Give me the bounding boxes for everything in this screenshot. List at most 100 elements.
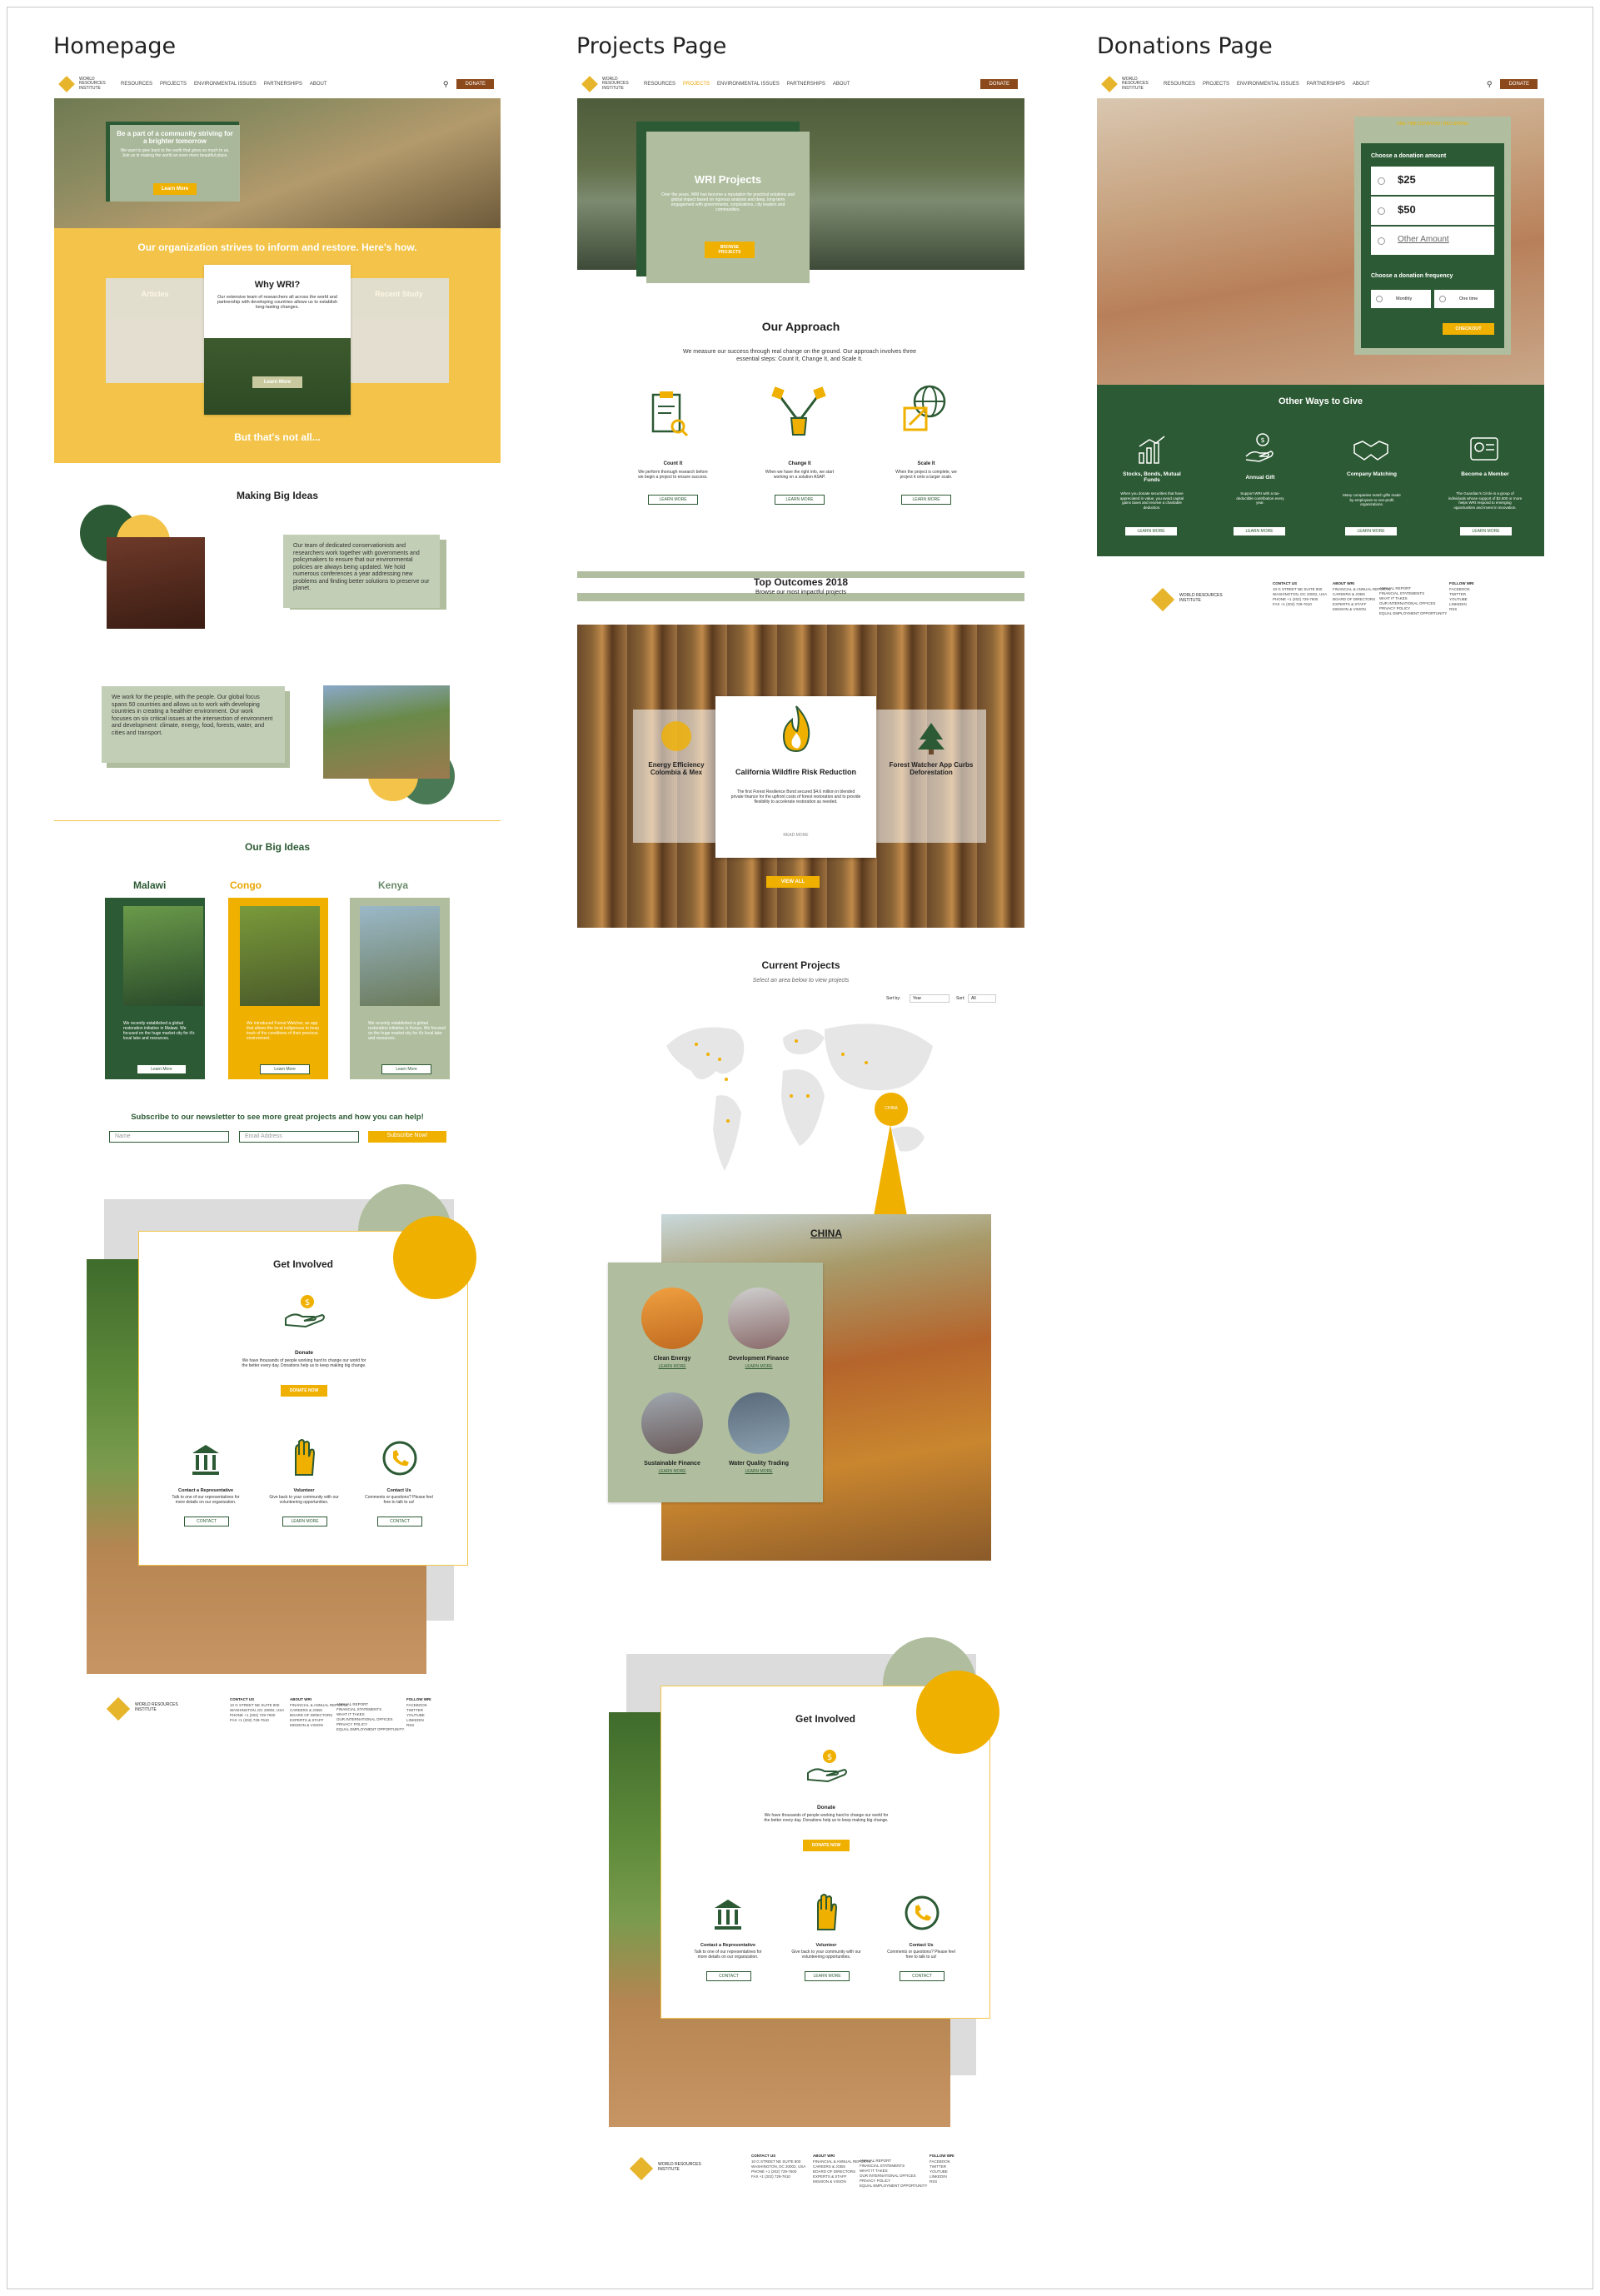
nav-about[interactable]: ABOUT (1353, 82, 1370, 87)
way-company-button[interactable]: LEARN MORE (1344, 526, 1398, 536)
malawi-learn-more[interactable]: Learn More (137, 1064, 187, 1074)
way-annual-button[interactable]: LEARN MORE (1233, 526, 1286, 536)
nav-environmental-issues[interactable]: ENVIRONMENTAL ISSUES (194, 82, 257, 87)
our-big-ideas-title: Our Big Ideas (244, 841, 311, 853)
volunteer-hand-icon (810, 1893, 843, 1933)
water-quality-photo[interactable] (728, 1392, 790, 1454)
nav-projects[interactable]: PROJECTS (1203, 82, 1229, 87)
nav-resources[interactable]: RESOURCES (644, 82, 675, 87)
nav-donate-button[interactable]: DONATE (980, 79, 1018, 89)
idea-kenya-card: We recently established a global restora… (350, 898, 450, 1079)
nav-about[interactable]: ABOUT (833, 82, 850, 87)
way-stocks-button[interactable]: LEARN MORE (1124, 526, 1178, 536)
read-more-link[interactable]: READ MORE (715, 833, 876, 838)
vol-learn-more-button-home[interactable]: LEARN MORE (282, 1517, 327, 1527)
nav-resources[interactable]: RESOURCES (1164, 82, 1195, 87)
nav-partnerships[interactable]: PARTNERSHIPS (264, 82, 302, 87)
congo-learn-more[interactable]: Learn More (260, 1064, 310, 1074)
nav-environmental-issues[interactable]: ENVIRONMENTAL ISSUES (1237, 82, 1299, 87)
way-member-button[interactable]: LEARN MORE (1459, 526, 1513, 536)
development-finance-link[interactable]: LEARN MORE (711, 1364, 806, 1369)
way-member-body: The Guardian's Circle is a group of indi… (1448, 491, 1523, 510)
nav-about[interactable]: ABOUT (310, 82, 327, 87)
sustainable-finance-photo[interactable] (641, 1392, 703, 1454)
nav-partnerships[interactable]: PARTNERSHIPS (1307, 82, 1345, 87)
footer-logo-text-projects: WORLD RESOURCES INSTITUTE (658, 2162, 701, 2172)
search-icon[interactable]: ⚲ (443, 80, 449, 89)
outcome-left-card[interactable]: Energy Efficiency Colombia & Mex (633, 710, 720, 843)
nav-resources[interactable]: RESOURCES (121, 82, 152, 87)
amount-other[interactable]: Other Amount (1371, 227, 1494, 255)
freq-one-time-radio[interactable] (1439, 296, 1446, 302)
view-all-button[interactable]: VIEW ALL (766, 876, 820, 888)
sustainable-finance-link[interactable]: LEARN MORE (625, 1469, 720, 1474)
development-finance-title: Development Finance (728, 1356, 790, 1362)
freq-monthly-radio[interactable] (1376, 296, 1383, 302)
footer-about2-donations: ANNUAL REPORT FINANCIAL STATEMENTS WHAT IT… (1379, 586, 1448, 615)
hero-learn-more-button[interactable]: Learn More (153, 183, 197, 195)
way-company-title: Company Matching (1347, 471, 1397, 477)
wri-logo-icon (581, 76, 598, 92)
freq-monthly[interactable]: Monthly (1371, 290, 1431, 308)
vol-learn-more-button-projects[interactable]: LEARN MORE (805, 1971, 850, 1981)
donate-title-projects: Donate (816, 1805, 836, 1810)
development-finance-photo[interactable] (728, 1287, 790, 1349)
china-title: CHINA (810, 1228, 842, 1239)
big-ideas-p2: We work for the people, with the people.… (102, 686, 285, 763)
nav-donate-button[interactable]: DONATE (456, 79, 494, 89)
way-annual-body: Support WRI with a tax-deductible contri… (1236, 491, 1284, 505)
projects-hero-body: Over the years, WRI has become a reputat… (661, 192, 795, 212)
kenya-learn-more[interactable]: Learn More (381, 1064, 431, 1074)
name-input[interactable]: Name (109, 1131, 229, 1143)
nav-projects[interactable]: PROJECTS (160, 82, 187, 87)
freq-title: Choose a donation frequency (1371, 273, 1453, 279)
donate-now-button-home[interactable]: DONATE NOW (281, 1385, 327, 1397)
checkout-button[interactable]: CHECKOUT (1443, 323, 1494, 335)
amount-50-radio[interactable] (1378, 207, 1385, 215)
recent-study-card-title: Recent Study (375, 290, 423, 298)
handshake-icon (1353, 433, 1389, 466)
amount-other-radio[interactable] (1378, 237, 1385, 245)
strive-title: Our organization strives to inform and r… (137, 242, 417, 253)
sustainable-finance-title: Sustainable Finance (644, 1461, 700, 1467)
nav-partnerships[interactable]: PARTNERSHIPS (787, 82, 825, 87)
freq-one-time[interactable]: One time (1434, 290, 1494, 308)
phone-icon (381, 1440, 419, 1478)
rep-contact-button-projects[interactable]: CONTACT (706, 1971, 751, 1981)
nav-donate-button[interactable]: DONATE (1500, 79, 1538, 89)
clean-energy-link[interactable]: LEARN MORE (625, 1364, 720, 1369)
way-member-title: Become a Member (1461, 471, 1509, 477)
articles-card[interactable]: Articles (106, 278, 204, 383)
amount-50[interactable]: $50 (1371, 197, 1494, 225)
sort-select[interactable]: Year (910, 994, 950, 1003)
clean-energy-photo[interactable] (641, 1287, 703, 1349)
sort2-select[interactable]: All (968, 994, 996, 1003)
contact-body-home: Comments or questions? Please feel free … (365, 1495, 433, 1505)
rep-title-home: Contact a Representative (177, 1488, 234, 1493)
browse-projects-button[interactable]: BROWSE PROJECTS (705, 242, 755, 258)
change-it-learn-more[interactable]: LEARN MORE (775, 495, 825, 505)
water-quality-link[interactable]: LEARN MORE (711, 1469, 806, 1474)
donation-tabs[interactable]: ONE-TIME DONATION | RECURRING (1354, 117, 1511, 127)
scale-it-body: When the project is complete, we project… (895, 470, 957, 480)
search-icon[interactable]: ⚲ (1487, 80, 1493, 89)
hero-card: Be a part of a community striving for a … (110, 125, 240, 202)
scale-it-learn-more[interactable]: LEARN MORE (901, 495, 951, 505)
nav-projects[interactable]: PROJECTS (683, 82, 710, 87)
amount-25-radio[interactable] (1378, 177, 1385, 185)
count-it-learn-more[interactable]: LEARN MORE (648, 495, 698, 505)
rep-contact-button-home[interactable]: CONTACT (184, 1517, 229, 1527)
contact-button-projects[interactable]: CONTACT (900, 1971, 945, 1981)
why-wri-button[interactable]: Learn More (252, 376, 302, 388)
nav-environmental-issues[interactable]: ENVIRONMENTAL ISSUES (717, 82, 780, 87)
email-input[interactable]: Email Address (239, 1131, 359, 1143)
outcome-right-card[interactable]: Forest Watcher App Curbs Deforestation (876, 710, 986, 843)
contact-button-home[interactable]: CONTACT (377, 1517, 422, 1527)
conference-photo (107, 537, 205, 629)
subscribe-button[interactable]: Subscribe Now! (368, 1131, 446, 1143)
amount-25[interactable]: $25 (1371, 167, 1494, 195)
recent-study-card[interactable]: Recent Study (349, 278, 449, 383)
china-pin[interactable]: CHINA (875, 1093, 908, 1126)
donate-now-button-projects[interactable]: DONATE NOW (803, 1840, 850, 1851)
way-annual-title: Annual Gift (1245, 475, 1275, 481)
